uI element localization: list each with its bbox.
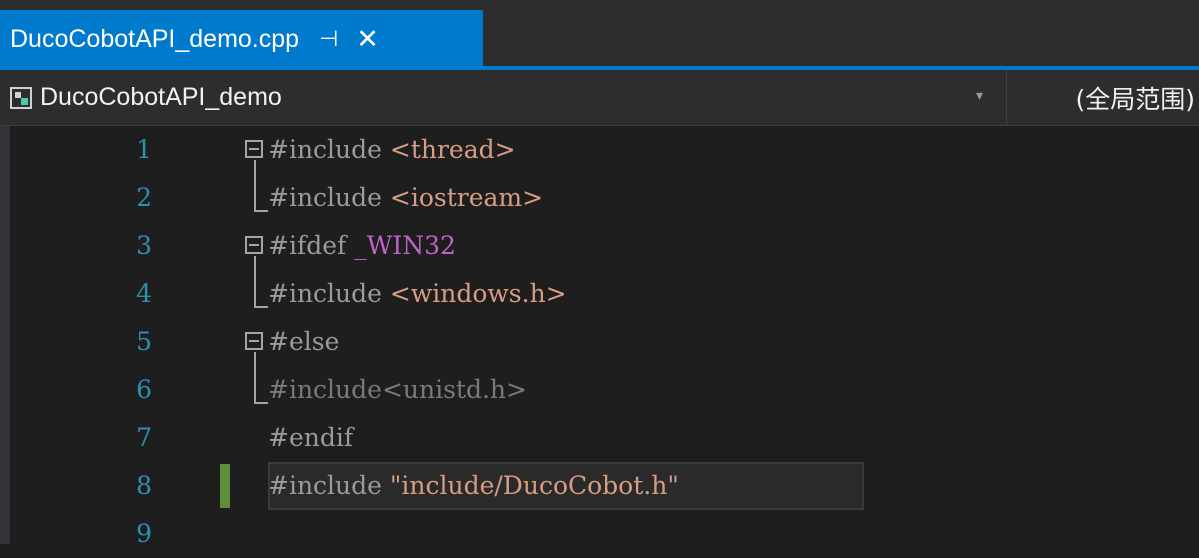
line-number: 9 [136, 519, 152, 548]
line-number: 7 [136, 423, 152, 452]
code-line: 6 #include<unistd.h> [0, 366, 1199, 414]
directive: #include [268, 135, 390, 164]
directive: #include [268, 471, 390, 500]
collapse-icon[interactable] [245, 332, 263, 350]
code-line: 7 #endif [0, 414, 1199, 462]
project-icon [10, 86, 32, 109]
editor-window: DucoCobotAPI_demo.cpp ⊣ ✕ DucoCobotAPI_d… [0, 0, 1199, 548]
tab-title: DucoCobotAPI_demo.cpp [10, 24, 300, 53]
line-number: 4 [136, 279, 152, 308]
code-text: #include<unistd.h> [268, 366, 527, 414]
code-text: #endif [268, 414, 353, 462]
code-line: 4 #include <windows.h> [0, 270, 1199, 318]
tab-strip: DucoCobotAPI_demo.cpp ⊣ ✕ [0, 0, 1199, 68]
directive: #endif [268, 423, 354, 452]
line-number: 2 [136, 183, 152, 212]
include-target: <unistd.h> [381, 375, 527, 404]
code-text: #ifdef _WIN32 [268, 222, 456, 270]
directive: #else [268, 327, 340, 356]
include-target: <iostream> [389, 183, 544, 212]
line-number: 5 [136, 327, 152, 356]
chevron-down-icon[interactable]: ▾ [976, 88, 983, 104]
line-number: 6 [136, 375, 152, 404]
code-editor[interactable]: 1 #include <thread> 2 #include <iostream… [0, 126, 1199, 548]
code-line: 1 #include <thread> [0, 126, 1199, 174]
include-target: <thread> [389, 135, 516, 164]
scope-label: (全局范围) [1075, 84, 1195, 114]
project-name: DucoCobotAPI_demo [40, 83, 282, 111]
code-line: 2 #include <iostream> [0, 174, 1199, 222]
include-target: "include/DucoCobot.h" [389, 471, 679, 500]
code-line: 9 [0, 510, 1199, 558]
directive: #ifdef [268, 231, 355, 260]
close-icon[interactable]: ✕ [356, 24, 379, 55]
project-dropdown[interactable]: DucoCobotAPI_demo [0, 70, 1004, 125]
directive: #include [268, 183, 390, 212]
pin-icon[interactable]: ⊣ [319, 27, 338, 52]
line-number: 1 [136, 135, 152, 164]
code-line: 5 #else [0, 318, 1199, 366]
code-text: #include <windows.h> [268, 270, 567, 318]
code-text: #include <iostream> [268, 174, 543, 222]
code-text: #include <thread> [268, 126, 516, 174]
code-text: #else [268, 318, 339, 366]
include-target: <windows.h> [389, 279, 567, 308]
code-text: #include "include/DucoCobot.h" [268, 462, 679, 510]
collapse-icon[interactable] [245, 140, 263, 158]
collapse-icon[interactable] [245, 236, 263, 254]
directive: #include [268, 279, 390, 308]
directive: #include [268, 375, 382, 404]
code-line: 3 #ifdef _WIN32 [0, 222, 1199, 270]
line-number: 3 [136, 231, 152, 260]
scope-dropdown[interactable]: (全局范围) [1007, 70, 1199, 125]
line-number: 8 [136, 471, 152, 500]
navigation-bar: DucoCobotAPI_demo ▾ (全局范围) [0, 70, 1199, 126]
tab-ducocobotapi-demo-cpp[interactable]: DucoCobotAPI_demo.cpp ⊣ ✕ [0, 10, 483, 68]
macro-name: _WIN32 [354, 231, 456, 260]
code-line: 8 #include "include/DucoCobot.h" [0, 462, 1199, 510]
